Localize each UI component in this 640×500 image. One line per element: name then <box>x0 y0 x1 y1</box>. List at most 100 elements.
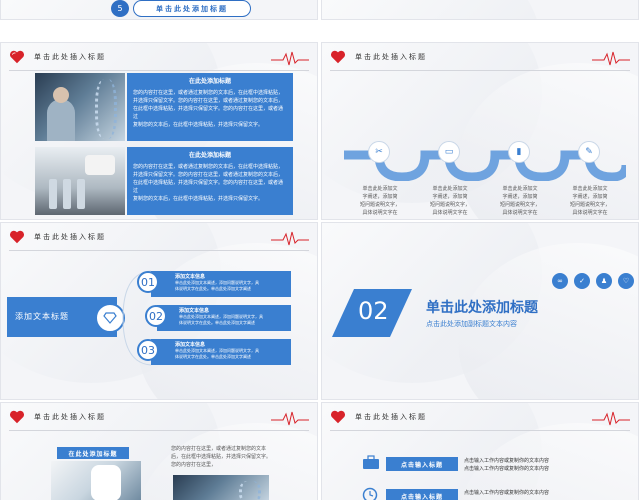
text-line: 具体说明文字在 <box>362 210 398 216</box>
heart-icon <box>10 410 24 424</box>
row-2-content: 添加文本信息 单击此处添加文本阐述，添加问题说明文字，具 体说明文字在此处。单击… <box>179 307 291 326</box>
panel-title: 在此处添加标题 <box>68 450 118 458</box>
row-1-content: 添加文本信息 单击此处添加文本阐述，添加问题说明文字，具 体说明文字在此处。单击… <box>175 273 291 292</box>
slide-header: 单击此处插入标题 <box>1 403 317 431</box>
row-title: 添加文本信息 <box>179 308 210 314</box>
header-title: 单击此处插入标题 <box>34 413 106 421</box>
row-title: 添加文本信息 <box>175 342 206 348</box>
row-1-text: 点击输入工作内容或复制你的文本内容 点击输入工作内容或复制你的文本内容 <box>464 457 604 473</box>
row-2-text: 点击输入工作内容或复制你的文本内容 <box>464 489 604 497</box>
dna-researcher-photo <box>35 73 125 141</box>
row-text-line: 体说明文字在此处。单击此处添加文字阐述 <box>175 286 251 291</box>
row-3-content: 添加文本信息 单击此处添加文本阐述，添加问题说明文字，具 体说明文字在此处。单击… <box>175 341 291 360</box>
text-panel-2: 在此处添加标题 您的内容打在这里，或者通过复制您的文本后，在此框中选择粘贴， 并… <box>127 147 293 215</box>
number-circle-1: 01 <box>137 271 159 293</box>
slide-photo-text[interactable]: 单击此处插入标题 在此处添加标题 您的内容打在这里，或者通过复制您的文本 后，在… <box>0 402 318 500</box>
text-line: 字阐述，添加简 <box>432 194 468 200</box>
number-circle-3: 03 <box>137 339 159 361</box>
text-line: 单击此处添加文 <box>502 186 538 192</box>
text-line: 短问题说明文字， <box>359 202 400 208</box>
row-text-line: 体说明文字在此处。单击此处添加文字阐述 <box>179 320 255 325</box>
panel-2-text-line: 您的内容打在这里，或者通过复制您的文本后，在此框中选择粘贴， <box>133 164 284 170</box>
ecg-line-icon <box>271 51 309 66</box>
number-circle-2: 02 <box>145 305 167 327</box>
row-text-line: 体说明文字在此处。单击此处添加文字阐述 <box>175 354 251 359</box>
heart-icon <box>10 230 24 244</box>
text-line: 短问题说明文字， <box>429 202 470 208</box>
row-2-label: 点击输入标题 <box>386 489 458 500</box>
text-line: 单击此处添加文 <box>362 186 398 192</box>
slide-header: 单击此处插入标题 <box>322 43 638 71</box>
panel-1-text-line: 并选择只保留文字。您的内容打在这里，或者通过复制您的文本后， <box>133 98 284 104</box>
text-line: 短问题说明文字， <box>499 202 540 208</box>
check-icon: ✓ <box>574 273 590 289</box>
section-title-pill: 单击此处添加标题 <box>133 0 251 17</box>
diamond-icon <box>103 312 117 324</box>
slide-grid: 5 单击此处添加标题 单击此处插入标题 在此处添加标题 您的内容打在这里，或者通… <box>0 0 640 500</box>
section-number: 02 <box>358 297 389 325</box>
section-subtitle: 点击此处添加副标题文本内容 <box>426 320 517 328</box>
header-divider <box>9 430 309 431</box>
text-line: 具体说明文字在 <box>432 210 468 216</box>
body-text: 您的内容打在这里，或者通过复制您的文本 后，在此框中选择粘贴，并选择只保留文字。… <box>171 445 281 469</box>
slide-header: 单击此处插入标题 <box>1 223 317 251</box>
text-line: 字阐述，添加简 <box>572 194 608 200</box>
text-line: 字阐述，添加简 <box>362 194 398 200</box>
heart-outline-icon: ♡ <box>618 273 634 289</box>
item-1-text: 单击此处添加文 字阐述，添加简 短问题说明文字， 具体说明文字在 <box>352 185 408 217</box>
text-line: 单击此处添加文 <box>432 186 468 192</box>
slide-section-divider[interactable]: ∞ ✓ ♟ ♡ 02 单击此处添加标题 点击此处添加副标题文本内容 <box>321 222 639 400</box>
text-line: 您的内容打在这里，或者通过复制您的文本 <box>171 446 267 452</box>
tools-icon: ✂ <box>368 141 390 163</box>
header-title: 单击此处插入标题 <box>355 53 427 61</box>
panel-1-text-line: 在此框中选择粘贴，并选择只保留文字。您的内容打在这里，或者通过 <box>133 106 284 120</box>
slide-image-text[interactable]: 单击此处插入标题 在此处添加标题 您的内容打在这里，或者通过复制您的文本后，在此… <box>0 42 318 220</box>
slide-header: 单击此处插入标题 <box>322 403 638 431</box>
link-icon: ∞ <box>552 273 568 289</box>
slide-top-right[interactable] <box>321 0 639 20</box>
panel-2-text-line: 并选择只保留文字。您的内容打在这里，或者通过复制您的文本后， <box>133 172 284 178</box>
text-line: 具体说明文字在 <box>502 210 538 216</box>
header-divider <box>330 70 630 71</box>
slide-top-left[interactable]: 5 单击此处添加标题 <box>0 0 318 20</box>
item-3-text: 单击此处添加文 字阐述，添加简 短问题说明文字， 具体说明文字在 <box>492 185 548 217</box>
clock-icon <box>362 487 378 500</box>
text-line: 点击输入工作内容或复制你的文本内容 <box>464 466 550 472</box>
item-4-text: 单击此处添加文 字阐述，添加简 短问题说明文字， 具体说明文字在 <box>562 185 618 217</box>
laptop-icon: ▭ <box>438 141 460 163</box>
slide-header: 单击此处插入标题 <box>1 43 317 71</box>
ecg-line-icon <box>592 51 630 66</box>
row-1-label: 点击输入标题 <box>386 457 458 471</box>
header-divider <box>9 70 309 71</box>
briefcase-icon <box>363 455 379 469</box>
heart-icon <box>10 50 24 64</box>
tool-icon: ✎ <box>578 141 600 163</box>
text-line: 字阐述，添加简 <box>502 194 538 200</box>
doctor-photo <box>51 461 141 500</box>
ecg-line-icon <box>271 411 309 426</box>
heart-icon <box>331 50 345 64</box>
text-line: 后，在此框中选择粘贴，并选择只保留文字。 <box>171 454 272 460</box>
panel-2-text-line: 在此框中选择粘贴，并选择只保留文字。您的内容打在这里，或者通过 <box>133 180 284 194</box>
text-line: 单击此处添加文 <box>572 186 608 192</box>
section-title: 单击此处添加标题 <box>426 300 538 316</box>
panel-1-text-line: 复制您的文本后，在此框中选择粘贴，并选择只保留文字。 <box>133 122 264 128</box>
researcher-photo <box>173 475 269 500</box>
header-title: 单击此处插入标题 <box>355 413 427 421</box>
section-number-badge: 5 <box>111 0 129 17</box>
panel-2-title: 在此处添加标题 <box>188 152 231 159</box>
left-title-label: 添加文本标题 <box>15 312 69 321</box>
text-line: 点击输入工作内容或复制你的文本内容 <box>464 458 550 464</box>
slide-four-icons[interactable]: 单击此处插入标题 ✂ ▭ ▮ ✎ 单击此处添加文 字阐述，添加简 短问题说明文字… <box>321 42 639 220</box>
heart-icon <box>331 410 345 424</box>
text-line: 短问题说明文字， <box>569 202 610 208</box>
chart-icon: ▮ <box>508 141 530 163</box>
ecg-line-icon <box>592 411 630 426</box>
slide-title-rows[interactable]: 单击此处插入标题 点击输入标题 点击输入工作内容或复制你的文本内容 点击输入工作… <box>321 402 639 500</box>
header-divider <box>330 430 630 431</box>
person-icon: ♟ <box>596 273 612 289</box>
slide-numbered-list[interactable]: 单击此处插入标题 添加文本标题 01 02 03 添加文本信息 单击此处添加文本… <box>0 222 318 400</box>
panel-title-bar: 在此处添加标题 <box>57 447 129 459</box>
header-title: 单击此处插入标题 <box>34 53 106 61</box>
lab-equipment-photo <box>35 147 125 215</box>
